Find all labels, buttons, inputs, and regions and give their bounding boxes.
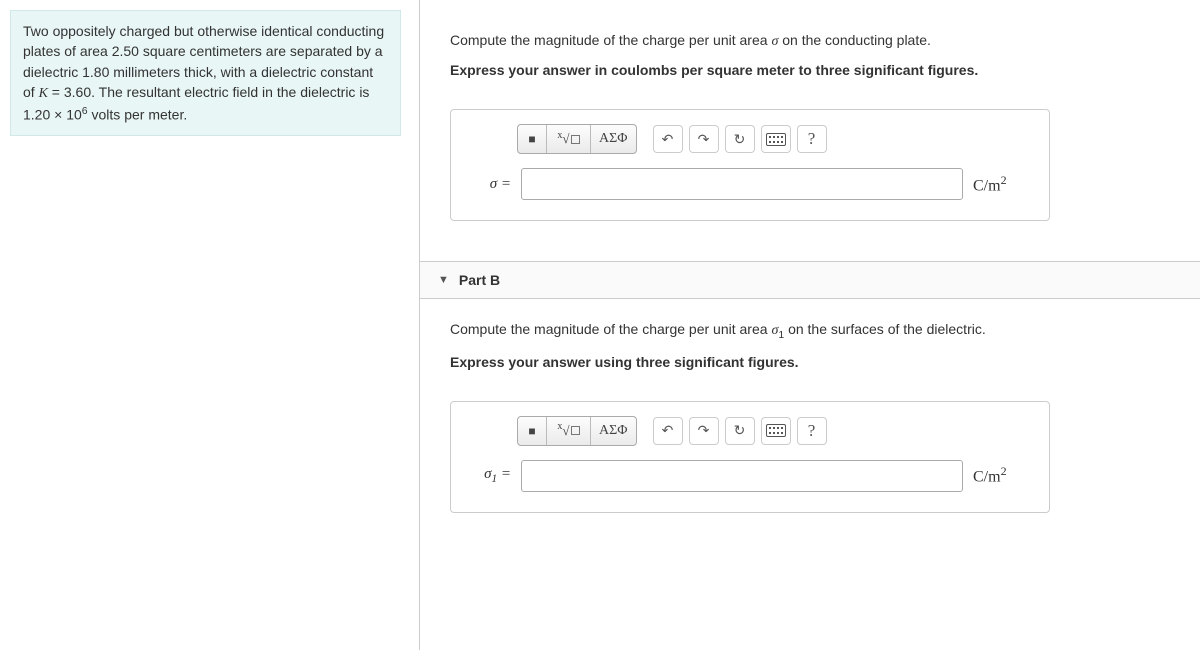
part-a: Compute the magnitude of the charge per … (450, 30, 1180, 221)
help-button[interactable]: ? (797, 417, 827, 445)
part-a-answer-input[interactable] (521, 168, 963, 200)
chevron-down-icon: ▼ (438, 274, 449, 286)
math-symbols-button[interactable]: x√ (546, 125, 590, 153)
redo-button[interactable]: ↷ (689, 125, 719, 153)
undo-button[interactable]: ↶ (653, 417, 683, 445)
redo-button[interactable]: ↷ (689, 417, 719, 445)
part-b-variable-label: σ1 = (467, 466, 511, 485)
part-a-unit: C/m2 (973, 173, 1033, 195)
greek-letters-button[interactable]: ΑΣΦ (590, 417, 636, 445)
keyboard-button[interactable] (761, 417, 791, 445)
keyboard-button[interactable] (761, 125, 791, 153)
help-button[interactable]: ? (797, 125, 827, 153)
part-a-answer-box: ■ x√ ΑΣΦ ↶ ↷ ↻ ? σ = C/m2 (450, 109, 1050, 221)
part-b-prompt: Compute the magnitude of the charge per … (450, 319, 1180, 344)
part-b-instruction: Express your answer using three signific… (450, 352, 1180, 373)
part-a-variable-label: σ = (467, 176, 511, 193)
keyboard-icon (766, 424, 786, 437)
greek-letters-button[interactable]: ΑΣΦ (590, 125, 636, 153)
equation-toolbar: ■ x√ ΑΣΦ ↶ ↷ ↻ ? (517, 124, 1033, 154)
problem-sidebar: Two oppositely charged but otherwise ide… (0, 0, 420, 650)
keyboard-icon (766, 133, 786, 146)
part-b-header[interactable]: ▼ Part B (420, 261, 1200, 299)
reset-button[interactable]: ↻ (725, 417, 755, 445)
part-b-title: Part B (459, 272, 500, 288)
undo-button[interactable]: ↶ (653, 125, 683, 153)
equation-toolbar: ■ x√ ΑΣΦ ↶ ↷ ↻ ? (517, 416, 1033, 446)
problem-statement: Two oppositely charged but otherwise ide… (10, 10, 401, 136)
part-a-instruction: Express your answer in coulombs per squa… (450, 60, 1180, 81)
template-button[interactable]: ■ (518, 417, 546, 445)
part-a-prompt: Compute the magnitude of the charge per … (450, 30, 1180, 52)
part-b-unit: C/m2 (973, 464, 1033, 486)
reset-button[interactable]: ↻ (725, 125, 755, 153)
answer-area: Compute the magnitude of the charge per … (420, 0, 1200, 650)
part-b-answer-input[interactable] (521, 460, 963, 492)
math-symbols-button[interactable]: x√ (546, 417, 590, 445)
part-b-answer-box: ■ x√ ΑΣΦ ↶ ↷ ↻ ? σ1 = C/m2 (450, 401, 1050, 513)
part-b: Compute the magnitude of the charge per … (450, 319, 1180, 513)
template-button[interactable]: ■ (518, 125, 546, 153)
